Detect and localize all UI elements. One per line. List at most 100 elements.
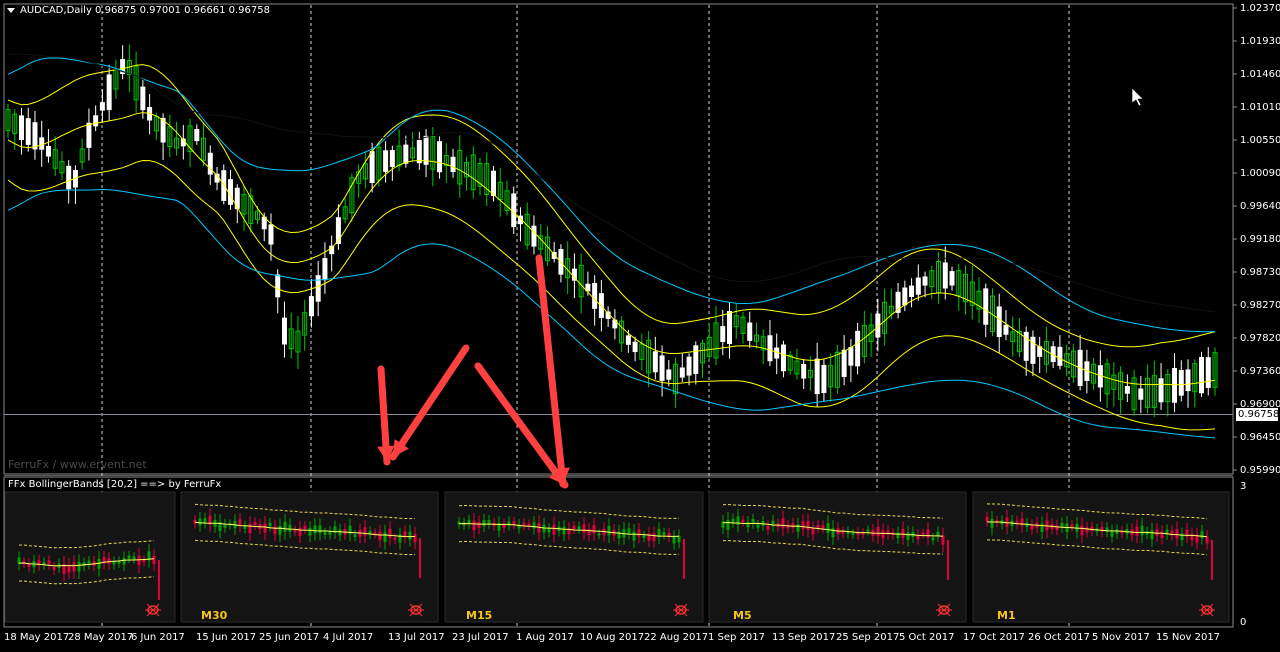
candle-body [1057,346,1063,366]
mini-candle-body [851,532,855,535]
mini-chart-panel [4,491,176,623]
time-axis-label: 25 Jun 2017 [259,632,320,643]
time-axis-label: 18 May 2017 [4,632,70,643]
candle-body [996,306,1002,338]
mini-candle-body [1205,536,1209,544]
time-axis-label: 25 Sep 2017 [836,632,900,643]
indicator-title: FFx BollingerBands [20,2] ==> by FerruFx [8,479,222,490]
mini-candle-body [801,521,805,530]
mini-panel-bg [972,491,1230,623]
mini-candle-body [766,525,770,530]
candle-body [727,311,733,345]
mini-candle-body [263,523,267,533]
candle-body [511,193,517,228]
candle-body [268,224,274,245]
mini-candle-body [582,524,586,533]
candle-body [625,335,631,345]
mini-candle-body [522,522,526,526]
mini-candle-body [1200,531,1204,539]
mini-candle-body [472,520,476,531]
mini-candle-body [517,524,521,529]
mini-candle-body [652,533,656,541]
candle-body [25,118,31,145]
time-axis-label: 10 Aug 2017 [580,632,645,643]
mini-candle-body [323,532,327,535]
mini-candle-body [627,528,631,534]
annotation-arrow-2 [389,344,470,461]
candle-body [1178,370,1184,396]
mini-chart-panel [444,491,704,623]
mini-candle-body [985,516,989,522]
mini-candle-body [278,526,282,535]
candle-body [942,262,948,289]
mini-candle-body [87,560,91,565]
mini-candle-body [906,532,910,540]
mini-candle-body [781,518,785,529]
mini-candle-body [617,531,621,539]
mini-candle-body [1090,526,1094,531]
mini-candle-body [597,533,601,536]
mini-panel-bg [708,491,967,623]
price-axis-label: 0.99640 [1240,201,1280,212]
candle-body [915,277,921,295]
mini-candle-body [248,523,252,534]
mini-candle-body [477,521,481,529]
candle-body [194,129,200,142]
candle-body [747,322,753,341]
chart-window[interactable]: AUDCAD,Daily 0.96875 0.97001 0.96661 0.9… [0,0,1280,652]
time-axis-label: 15 Nov 2017 [1156,632,1221,643]
candle-body [767,335,773,362]
chart-menu-dropdown-icon[interactable] [7,8,15,13]
symbol-title: AUDCAD,Daily 0.96875 0.97001 0.96661 0.9… [20,5,270,16]
mini-candle-body [931,537,935,541]
candle-body [18,115,24,141]
mini-candle-body [97,559,101,569]
price-axis-label: 0.97820 [1240,333,1280,344]
mini-candle-body [806,520,810,530]
mini-candle-body [672,536,676,544]
price-axis-label: 1.02370 [1240,3,1280,14]
candle-body [66,165,72,190]
mini-candle-body [512,521,516,525]
bb-upper-fast [7,64,1216,348]
candle-body [585,283,591,292]
price-axis-label: 0.96450 [1240,432,1280,443]
candle-body [666,369,672,380]
time-axis-label: 22 Aug 2017 [644,632,709,643]
indicator-scale-max: 3 [1240,481,1247,492]
mini-candle-body [1080,525,1084,536]
price-chart-canvas[interactable] [0,0,1280,652]
time-axis-label: 28 May 2017 [68,632,134,643]
price-axis-label: 1.00090 [1240,168,1280,179]
candle-body [902,287,908,306]
price-axis-label: 0.98730 [1240,267,1280,278]
mini-candle-body [283,521,287,532]
mini-candle-body [866,529,870,532]
mini-candle-body [298,527,302,536]
mini-candle-body [587,529,591,536]
mini-candle-body [1155,529,1159,536]
mini-candle-body [1190,533,1194,540]
mini-candle-body [547,528,551,533]
panel-timeframe-m30: M30 [201,609,228,622]
candle-body [801,363,807,379]
candle-body [99,102,105,111]
candle-body [45,145,51,157]
mini-candle-body [487,519,491,524]
mini-candle-body [193,519,197,524]
candle-body [1138,388,1144,400]
mini-candle-body [132,556,136,560]
candle-body [416,140,422,164]
mini-candle-body [796,524,800,532]
mini-candle-body [72,562,76,572]
watermark-text: FerruFx / www.ervent.net [8,458,147,471]
mini-candle-body [303,525,307,530]
candle-body [1003,324,1009,335]
mini-candle-body [52,566,56,571]
arrow-shaft [389,344,470,461]
mini-candle-body [881,530,885,539]
candle-body [369,151,375,184]
mini-candle-body [293,529,297,533]
panel-timeframe-m5: M5 [733,609,752,622]
candle-body [909,285,915,298]
